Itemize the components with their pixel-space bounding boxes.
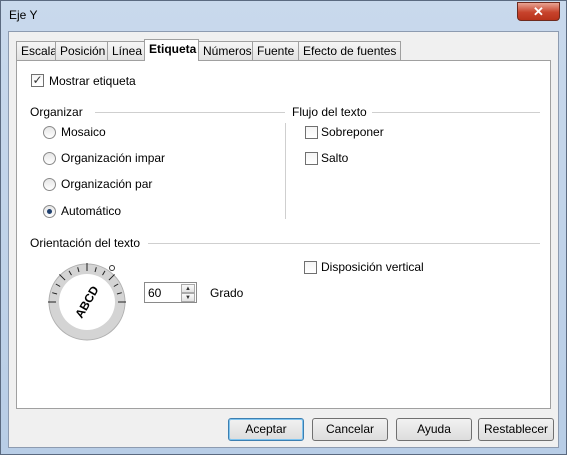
tab-escala[interactable]: Escala <box>16 41 57 60</box>
title-bar: Eje Y ✕ <box>1 1 566 30</box>
radio-organizacion-impar-label: Organización impar <box>61 151 166 165</box>
orientation-dial[interactable]: ABCD <box>41 256 133 348</box>
organize-divider <box>95 112 285 113</box>
tab-numeros[interactable]: Números <box>198 41 253 60</box>
organize-heading: Organizar <box>30 105 83 119</box>
reset-button[interactable]: Restablecer <box>478 418 554 441</box>
degrees-label: Grado <box>210 286 244 300</box>
arrow-up-icon: ▲ <box>185 286 191 292</box>
radio-automatico-label: Automático <box>61 204 122 218</box>
section-separator <box>285 123 286 219</box>
radio-automatico[interactable] <box>43 205 56 218</box>
tab-efecto-de-fuentes[interactable]: Efecto de fuentes <box>298 41 401 60</box>
tab-etiqueta[interactable]: Etiqueta <box>144 39 199 61</box>
radio-organizacion-par[interactable] <box>43 178 56 191</box>
checkmark-icon: ✓ <box>32 73 43 87</box>
break-checkbox[interactable] <box>305 152 318 165</box>
close-button[interactable]: ✕ <box>517 2 560 21</box>
radio-mosaico-label: Mosaico <box>61 125 106 139</box>
overlap-label: Sobreponer <box>321 125 384 139</box>
dialog-window: Eje Y ✕ Escala Posición Línea Etiqueta N… <box>0 0 567 455</box>
vertical-layout-checkbox[interactable] <box>304 261 317 274</box>
tab-posicion[interactable]: Posición <box>55 41 108 60</box>
arrow-down-icon: ▼ <box>185 295 191 301</box>
radio-organizacion-impar[interactable] <box>43 152 56 165</box>
label-tab-panel: ✓ Mostrar etiqueta Organizar Mosaico Org… <box>16 60 551 409</box>
degrees-spinbox[interactable]: 60 ▲ ▼ <box>144 282 197 303</box>
text-flow-divider <box>372 112 540 113</box>
cancel-button[interactable]: Cancelar <box>312 418 388 441</box>
orientation-heading: Orientación del texto <box>30 236 141 250</box>
text-flow-heading: Flujo del texto <box>292 105 367 119</box>
radio-mosaico[interactable] <box>43 126 56 139</box>
close-icon: ✕ <box>533 4 544 19</box>
spin-up-button[interactable]: ▲ <box>181 284 195 293</box>
tab-linea[interactable]: Línea <box>107 41 145 60</box>
window-title: Eje Y <box>9 8 38 22</box>
spin-down-button[interactable]: ▼ <box>181 293 195 302</box>
tab-fuente[interactable]: Fuente <box>252 41 299 60</box>
overlap-checkbox[interactable] <box>305 126 318 139</box>
vertical-layout-label: Disposición vertical <box>321 260 424 274</box>
dial-handle[interactable] <box>109 265 115 271</box>
orientation-divider <box>148 243 540 244</box>
break-label: Salto <box>321 151 349 165</box>
show-label-checkbox[interactable]: ✓ <box>31 74 44 87</box>
dialog-client: Escala Posición Línea Etiqueta Números F… <box>8 31 559 448</box>
ok-button[interactable]: Aceptar <box>228 418 304 441</box>
help-button[interactable]: Ayuda <box>396 418 472 441</box>
show-label-text: Mostrar etiqueta <box>49 74 136 88</box>
radio-organizacion-par-label: Organización par <box>61 177 153 191</box>
degrees-value: 60 <box>148 286 162 300</box>
